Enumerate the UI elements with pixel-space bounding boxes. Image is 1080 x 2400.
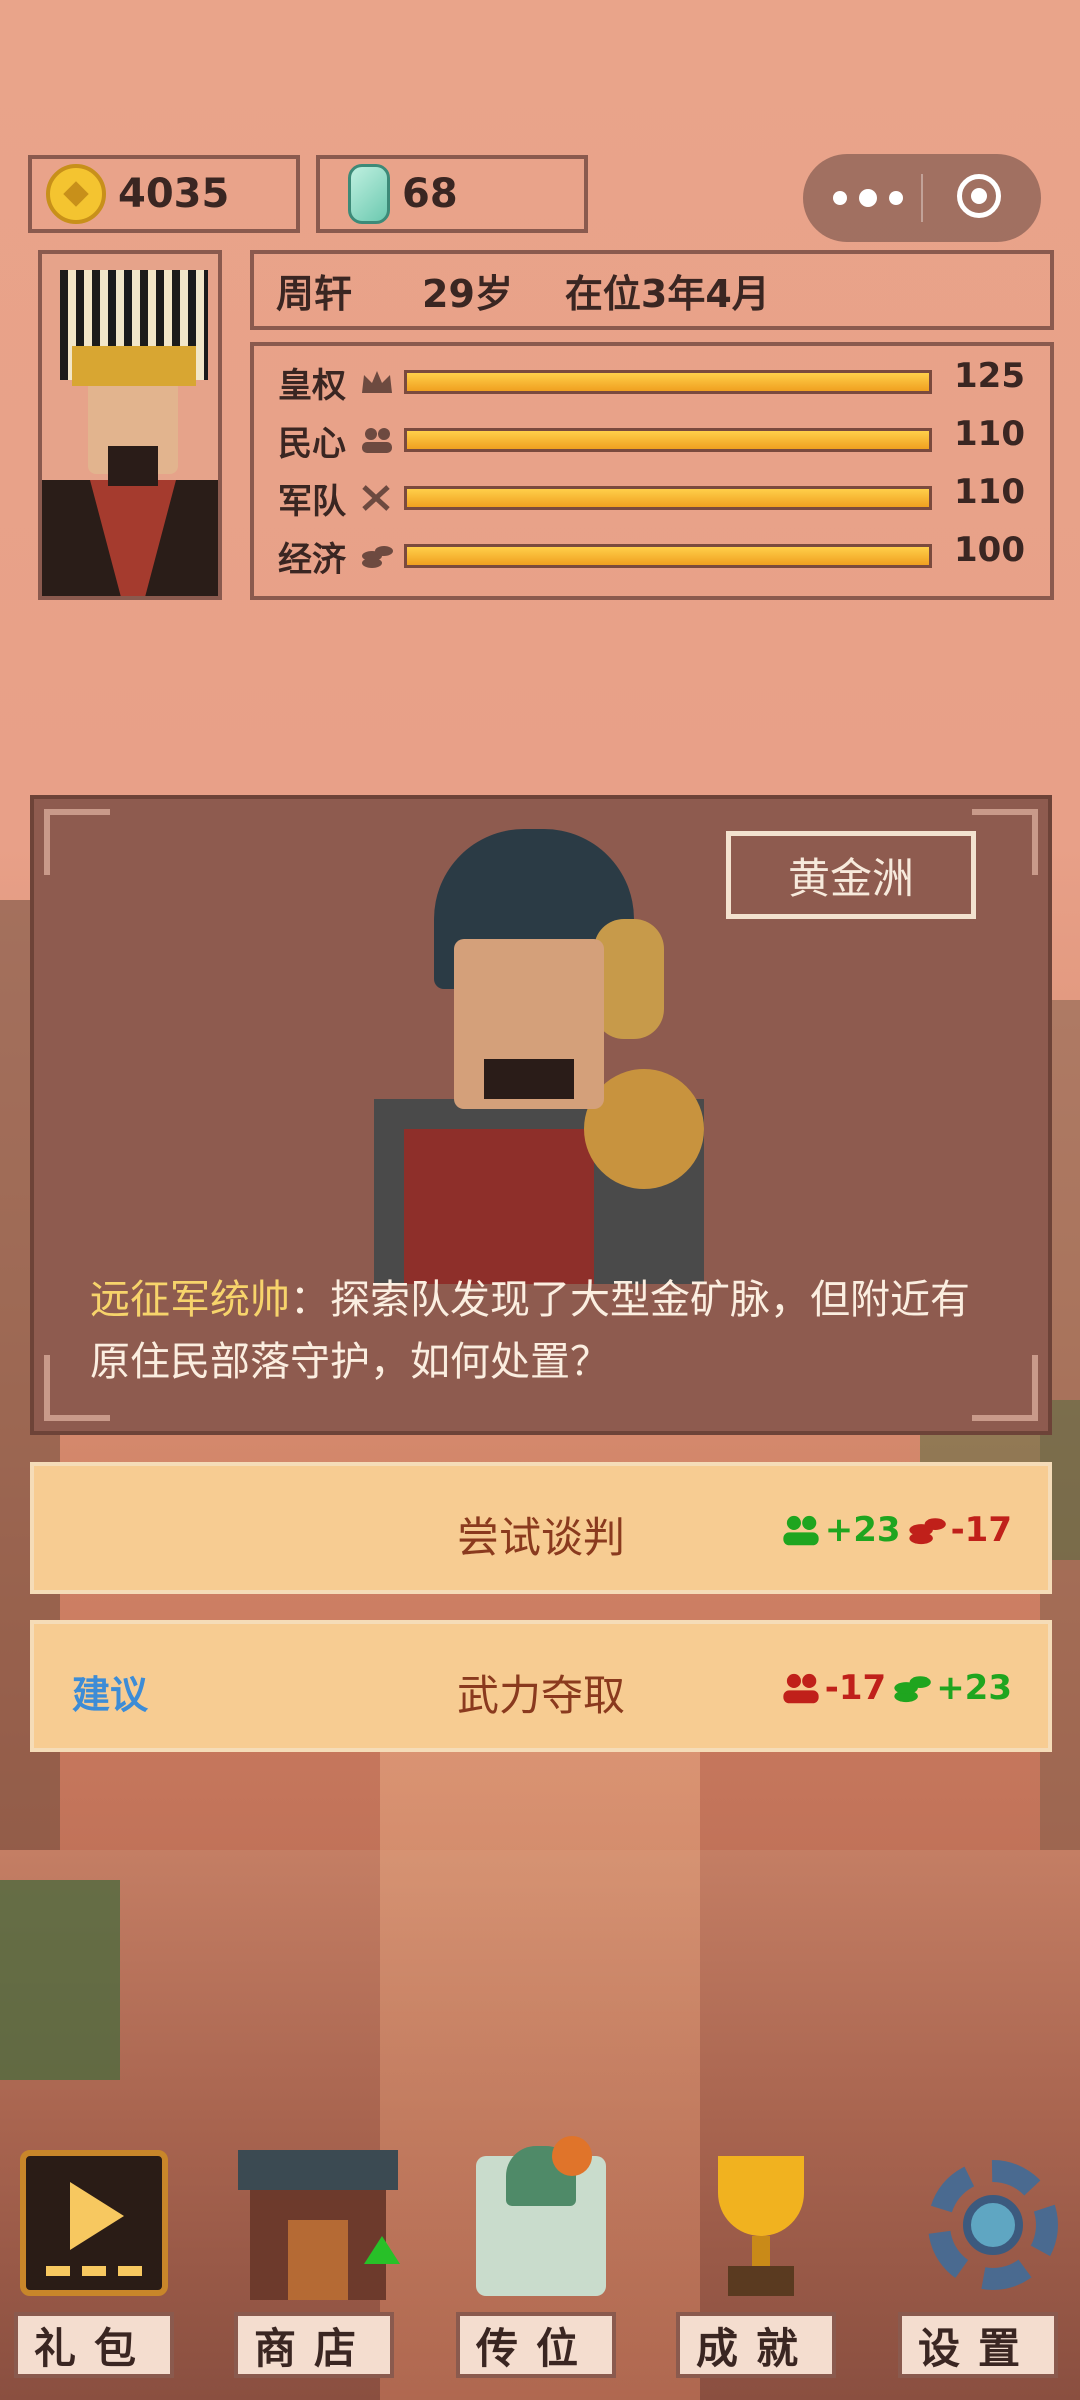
stat-value: 110 <box>954 472 1025 512</box>
coins-icon <box>894 1676 932 1703</box>
upgrade-arrow-icon <box>364 2236 400 2264</box>
jade-counter: 68 <box>316 155 588 233</box>
stats-panel: 皇权 125 民心 110 军队 110 经济 100 <box>250 342 1054 600</box>
capsule-divider <box>921 174 923 222</box>
mini-program-capsule <box>803 154 1041 242</box>
stat-value: 100 <box>954 530 1025 570</box>
gear-icon <box>918 2150 1068 2300</box>
stat-bar <box>404 544 932 568</box>
jade-icon <box>348 164 390 224</box>
swords-icon <box>362 485 390 511</box>
nav-label: 设置 <box>898 2312 1058 2378</box>
event-speaker: 远征军统帅 <box>90 1277 290 1323</box>
ruler-info: 周轩 29岁 在位3年4月 <box>250 250 1054 330</box>
nav-gift[interactable]: 礼包 <box>14 2150 184 2400</box>
emperor-crown-band <box>72 346 196 386</box>
general-chest <box>404 1129 594 1284</box>
effect-value: +23 <box>824 1510 901 1550</box>
corner-ornament <box>44 809 110 875</box>
jade-value: 68 <box>402 171 458 217</box>
nav-label: 成就 <box>676 2312 836 2378</box>
effect-value: -17 <box>824 1668 887 1708</box>
event-text: 远征军统帅：探索队发现了大型金矿脉，但附近有原住民部落守护，如何处置？ <box>90 1269 1000 1393</box>
choice-negotiate-button[interactable]: 尝试谈判 +23 -17 <box>30 1462 1052 1594</box>
people-icon <box>783 1673 819 1704</box>
nav-settings[interactable]: 设置 <box>898 2150 1068 2400</box>
nav-shop[interactable]: 商店 <box>234 2150 404 2400</box>
crown-icon <box>362 371 392 393</box>
background-tree <box>0 1880 120 2080</box>
nav-achievements[interactable]: 成就 <box>676 2150 846 2400</box>
stat-army: 军队 <box>278 478 394 522</box>
effect-value: -17 <box>950 1510 1012 1550</box>
stat-bar <box>404 370 932 394</box>
more-options-icon[interactable] <box>833 180 903 216</box>
ruler-name: 周轩 <box>276 271 353 316</box>
stat-bar-fill <box>407 431 929 449</box>
stat-power: 皇权 <box>278 362 394 406</box>
jade-seal-icon <box>476 2136 606 2296</box>
stat-economy: 经济 <box>278 536 394 580</box>
stat-bar-fill <box>407 373 929 391</box>
emperor-portrait[interactable] <box>38 250 222 600</box>
close-target-icon[interactable] <box>957 174 1001 218</box>
stat-bar <box>404 428 932 452</box>
shop-icon <box>238 2150 400 2300</box>
gold-value: 4035 <box>118 171 230 217</box>
people-icon <box>783 1515 819 1546</box>
stat-people: 民心 <box>278 420 394 464</box>
stat-label: 经济 <box>278 539 346 580</box>
nav-label: 礼包 <box>14 2312 174 2378</box>
trophy-icon <box>698 2150 824 2300</box>
effect-value: +23 <box>936 1668 1012 1708</box>
coins-icon <box>362 546 393 568</box>
general-beard <box>484 1059 574 1099</box>
stat-label: 民心 <box>278 423 346 464</box>
choice-effects: +23 -17 <box>781 1510 1012 1550</box>
stat-value: 110 <box>954 414 1025 454</box>
stat-bar-fill <box>407 489 929 507</box>
play-video-icon <box>20 2150 168 2296</box>
stat-label: 军队 <box>278 481 346 522</box>
general-portrait <box>374 829 704 1284</box>
gold-counter: 4035 <box>28 155 300 233</box>
corner-ornament <box>972 809 1038 875</box>
people-icon <box>362 428 392 453</box>
choice-effects: -17 +23 <box>781 1668 1012 1708</box>
nav-abdicate[interactable]: 传位 <box>456 2136 626 2400</box>
stat-value: 125 <box>954 356 1025 396</box>
choice-seize-button[interactable]: 建议 武力夺取 -17 +23 <box>30 1620 1052 1752</box>
event-colon: ： <box>290 1277 330 1323</box>
ruler-reign: 在位3年4月 <box>564 271 770 316</box>
stat-label: 皇权 <box>278 365 346 406</box>
gold-coin-icon <box>46 164 106 224</box>
stat-bar-fill <box>407 547 929 565</box>
nav-label: 传位 <box>456 2312 616 2378</box>
coins-icon <box>908 1518 946 1545</box>
location-tag: 黄金洲 <box>726 831 976 919</box>
event-card: 黄金洲 远征军统帅：探索队发现了大型金矿脉，但附近有原住民部落守护，如何处置？ <box>30 795 1052 1435</box>
emperor-beard <box>108 446 158 486</box>
nav-label: 商店 <box>234 2312 394 2378</box>
stat-bar <box>404 486 932 510</box>
general-helmet-guard <box>594 919 664 1039</box>
ruler-age: 29岁 <box>422 271 513 316</box>
